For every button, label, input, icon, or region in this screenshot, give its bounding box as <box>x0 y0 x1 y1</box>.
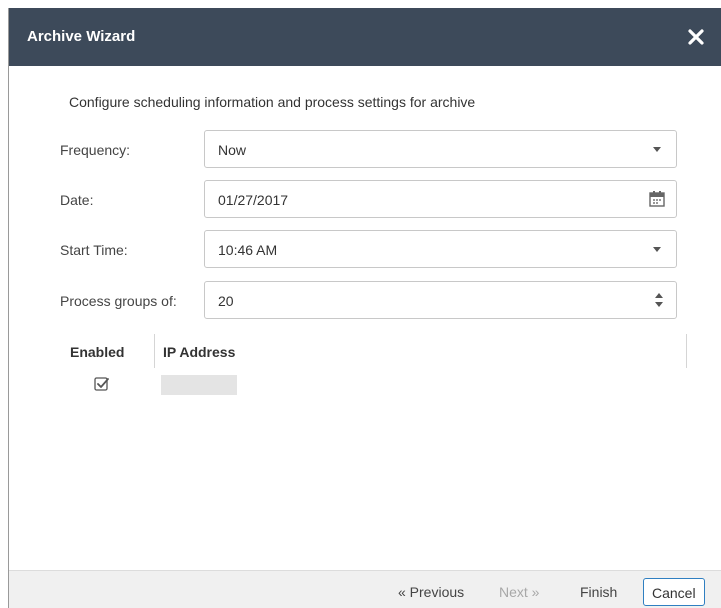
calendar-icon[interactable] <box>649 190 665 207</box>
intro-text: Configure scheduling information and pro… <box>69 94 476 110</box>
ip-address-cell <box>161 375 237 395</box>
chevron-down-icon[interactable] <box>650 142 664 156</box>
finish-button[interactable]: Finish <box>572 578 625 606</box>
spinner-arrows-icon[interactable] <box>654 291 664 309</box>
grid-header: Enabled IP Address <box>61 330 691 370</box>
cancel-button[interactable]: Cancel <box>643 578 705 606</box>
start-time-label: Start Time: <box>60 242 128 258</box>
dialog-titlebar: Archive Wizard <box>9 8 721 66</box>
previous-button[interactable]: « Previous <box>390 578 472 606</box>
next-button: Next » <box>491 578 547 606</box>
date-label: Date: <box>60 192 94 208</box>
column-header-enabled[interactable]: Enabled <box>70 344 124 360</box>
archive-wizard-dialog: Archive Wizard Configure scheduling info… <box>8 8 721 608</box>
checkbox-checked-icon[interactable] <box>94 376 110 392</box>
frequency-value: Now <box>218 142 247 158</box>
start-time-value: 10:46 AM <box>218 242 278 258</box>
chevron-down-icon[interactable] <box>650 242 664 256</box>
table-row[interactable] <box>61 372 661 398</box>
process-groups-stepper[interactable]: 20 <box>204 281 677 319</box>
dialog-footer: « Previous Next » Finish Cancel <box>9 570 721 608</box>
start-time-select[interactable]: 10:46 AM <box>204 230 677 268</box>
frequency-label: Frequency: <box>60 142 131 158</box>
process-groups-label: Process groups of: <box>60 293 177 309</box>
column-divider[interactable] <box>154 334 155 368</box>
date-value: 01/27/2017 <box>218 192 289 208</box>
column-header-ip-address[interactable]: IP Address <box>163 344 235 360</box>
process-groups-value: 20 <box>218 293 234 309</box>
date-field[interactable]: 01/27/2017 <box>204 180 677 218</box>
dialog-title: Archive Wizard <box>27 28 136 45</box>
frequency-select[interactable]: Now <box>204 130 677 168</box>
close-icon[interactable] <box>685 26 707 48</box>
column-divider[interactable] <box>686 334 687 368</box>
